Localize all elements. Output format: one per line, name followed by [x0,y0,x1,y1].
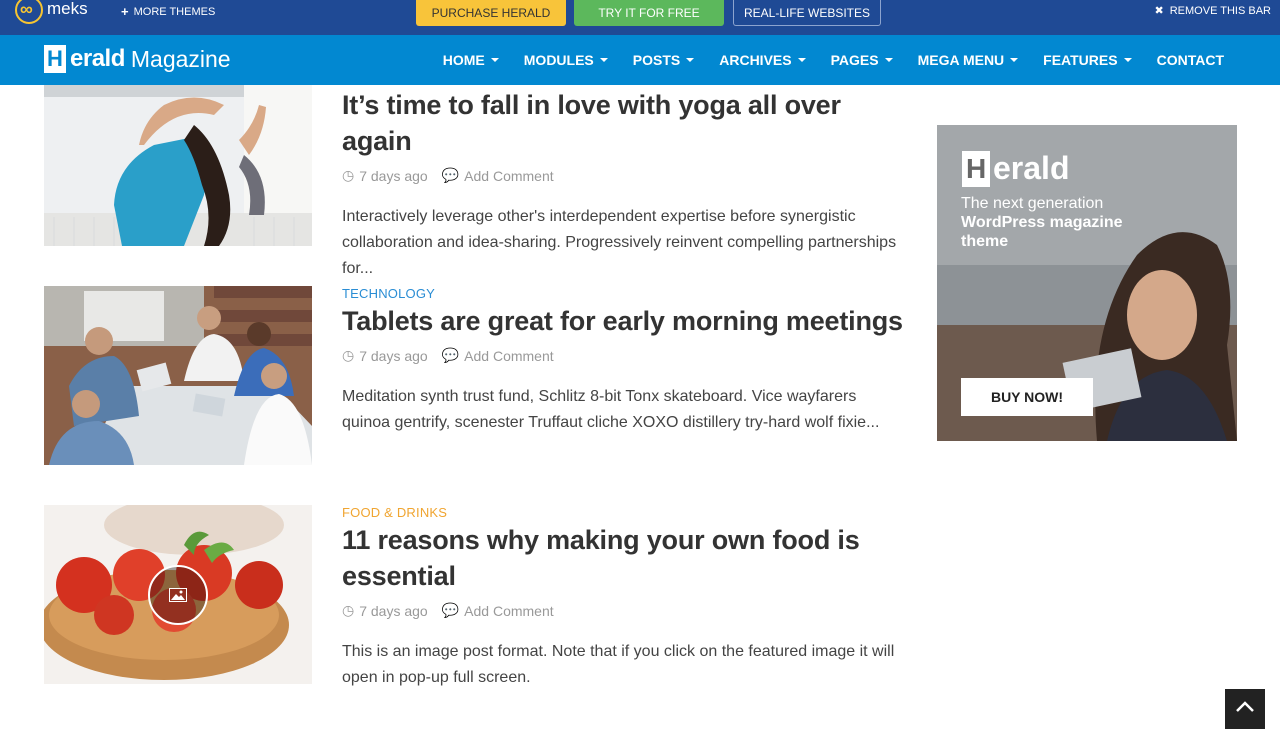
nav-posts[interactable]: POSTS [632,52,695,68]
buy-now-button[interactable]: BUY NOW! [961,378,1093,416]
nav-contact-label: CONTACT [1156,52,1224,68]
chevron-down-icon [490,58,499,62]
comment-icon: 💬 [441,167,460,183]
sidebar-ad-banner[interactable]: erald The next generation WordPress maga… [937,125,1237,441]
add-comment-text: Add Comment [464,602,554,619]
add-comment-text: Add Comment [464,347,554,364]
purchase-herald-button[interactable]: PURCHASE HERALD [416,0,566,26]
post-thumbnail-tablets[interactable] [44,286,312,465]
post-title[interactable]: It’s time to fall in love with yoga all … [342,87,904,159]
remove-bar-link[interactable]: ✖ REMOVE THIS BAR [1154,4,1271,18]
post-body-tablets: TECHNOLOGY Tablets are great for early m… [342,286,904,436]
logo-light-text: Magazine [130,45,231,72]
clock-icon: ◷ [342,347,355,363]
ad-tagline-1: The next generation [961,195,1104,212]
chevron-down-icon [797,58,806,62]
chevron-down-icon [884,58,893,62]
chevron-down-icon [686,58,695,62]
meks-logo-icon [15,0,43,24]
arrow-up-icon [1236,701,1254,712]
nav-features[interactable]: FEATURES [1043,52,1132,68]
meeting-image [44,286,312,465]
nav-pages-label: PAGES [830,52,879,68]
yoga-image [44,85,312,246]
post-meta: ◷ 7 days ago 💬 Add Comment [342,602,904,619]
nav-home-label: HOME [442,52,485,68]
site-logo[interactable]: erald Magazine [44,45,231,73]
post-excerpt: Meditation synth trust fund, Schlitz 8-b… [342,388,880,431]
plus-icon: + [121,4,129,19]
ad-tagline-2: WordPress magazine [961,214,1123,231]
meks-top-bar: meks + MORE THEMES PURCHASE HERALD TRY I… [0,0,1280,35]
post-thumbnail-yoga[interactable] [44,85,312,246]
add-comment-text: Add Comment [464,167,554,184]
more-themes-link[interactable]: + MORE THEMES [121,4,215,19]
post-body-yoga: It’s time to fall in love with yoga all … [342,85,904,282]
back-to-top-button[interactable] [1225,689,1265,729]
more-themes-label: MORE THEMES [133,5,216,18]
logo-bold-text: erald [70,45,125,72]
ad-logo-text: erald [993,150,1070,186]
post-excerpt: Interactively leverage other's interdepe… [342,208,897,277]
add-comment-link[interactable]: 💬 Add Comment [442,347,554,364]
ad-logo-h-icon [962,150,990,187]
post-title[interactable]: Tablets are great for early morning meet… [342,303,904,339]
nav-modules-label: MODULES [523,52,594,68]
close-icon: ✖ [1154,5,1164,17]
ad-logo: erald [962,150,1069,187]
comment-icon: 💬 [441,602,460,618]
site-header: erald Magazine HOME MODULES POSTS ARCHIV… [0,35,1280,85]
chevron-down-icon [1123,58,1132,62]
clock-icon: ◷ [342,602,355,618]
picture-icon [169,588,187,602]
nav-modules[interactable]: MODULES [524,52,608,68]
logo-h-icon [44,45,66,73]
remove-bar-label: REMOVE THIS BAR [1169,4,1271,17]
post-body-food: FOOD & DRINKS 11 reasons why making your… [342,505,904,691]
post-date-text: 7 days ago [359,347,428,364]
nav-posts-label: POSTS [632,52,681,68]
nav-archives-label: ARCHIVES [719,52,792,68]
post-date: ◷ 7 days ago [342,602,428,619]
meks-logo[interactable]: meks [15,0,88,24]
chevron-down-icon [599,58,608,62]
post-date-text: 7 days ago [359,602,428,619]
nav-home[interactable]: HOME [443,52,499,68]
nav-pages[interactable]: PAGES [831,52,893,68]
real-life-websites-button[interactable]: REAL-LIFE WEBSITES [733,0,881,26]
clock-icon: ◷ [342,167,355,183]
chevron-down-icon [1010,58,1019,62]
add-comment-link[interactable]: 💬 Add Comment [442,167,554,184]
image-format-icon[interactable] [148,565,208,625]
nav-archives[interactable]: ARCHIVES [719,52,806,68]
post-category[interactable]: TECHNOLOGY [342,286,904,301]
nav-contact[interactable]: CONTACT [1157,52,1224,68]
meks-brand: meks [47,0,88,18]
nav-features-label: FEATURES [1043,52,1118,68]
post-date: ◷ 7 days ago [342,167,428,184]
post-title[interactable]: 11 reasons why making your own food is e… [342,522,904,594]
nav-mega-menu-label: MEGA MENU [917,52,1005,68]
post-category[interactable]: FOOD & DRINKS [342,505,904,520]
ad-tagline-3: theme [961,233,1009,250]
main-nav: HOME MODULES POSTS ARCHIVES PAGES MEGA M… [443,35,1224,85]
nav-mega-menu[interactable]: MEGA MENU [918,52,1019,68]
post-date: ◷ 7 days ago [342,347,428,364]
add-comment-link[interactable]: 💬 Add Comment [442,602,554,619]
comment-icon: 💬 [441,347,460,363]
post-date-text: 7 days ago [359,167,428,184]
try-free-button[interactable]: TRY IT FOR FREE [574,0,724,26]
post-thumbnail-food[interactable] [44,505,312,684]
post-meta: ◷ 7 days ago 💬 Add Comment [342,167,904,184]
post-meta: ◷ 7 days ago 💬 Add Comment [342,347,904,364]
post-excerpt: This is an image post format. Note that … [342,643,895,686]
